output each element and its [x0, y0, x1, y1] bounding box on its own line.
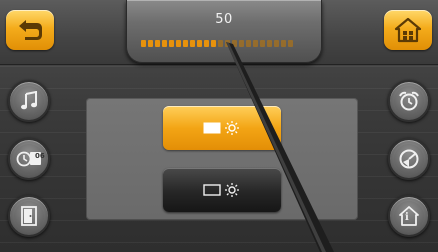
music-note-icon [21, 91, 37, 110]
level-segment [288, 40, 293, 47]
home-info-icon [399, 206, 419, 226]
level-segment [218, 40, 223, 47]
level-segment [204, 40, 209, 47]
home-icon [394, 17, 422, 43]
level-segment [260, 40, 265, 47]
level-value: 50 [215, 12, 233, 27]
alarm-button[interactable] [388, 80, 430, 122]
level-segment [211, 40, 216, 47]
level-segment [141, 40, 146, 47]
level-segment [183, 40, 188, 47]
back-button[interactable] [6, 10, 54, 50]
level-segment [197, 40, 202, 47]
level-segment [281, 40, 286, 47]
level-segment [246, 40, 251, 47]
alarm-clock-icon [399, 91, 419, 111]
gauge-icon [399, 149, 419, 169]
gauge-button[interactable] [388, 138, 430, 180]
level-segment [162, 40, 167, 47]
level-segment [239, 40, 244, 47]
door-button[interactable] [8, 195, 50, 237]
level-segment [176, 40, 181, 47]
level-segment [232, 40, 237, 47]
level-segment [148, 40, 153, 47]
level-segment [169, 40, 174, 47]
home-button[interactable] [384, 10, 432, 50]
calendar-badge: 06 [35, 152, 45, 160]
level-segment [190, 40, 195, 47]
door-icon [21, 206, 37, 226]
back-arrow-icon [19, 20, 42, 40]
screen-brightness-icon [203, 121, 239, 135]
level-segment [267, 40, 272, 47]
level-segment [155, 40, 160, 47]
home-info-badge: i [405, 212, 409, 223]
level-segment [253, 40, 258, 47]
screen-brightness-icon [203, 183, 239, 197]
display-mode-card [86, 98, 358, 220]
music-button[interactable] [8, 80, 50, 122]
home-info-button[interactable] [388, 195, 430, 237]
mode-option-dim[interactable] [163, 168, 281, 212]
brightness-level-panel[interactable]: 50 [126, 0, 322, 63]
mode-option-bright[interactable] [163, 106, 281, 150]
level-segment [274, 40, 279, 47]
level-bar[interactable] [141, 40, 293, 47]
level-segment [225, 40, 230, 47]
